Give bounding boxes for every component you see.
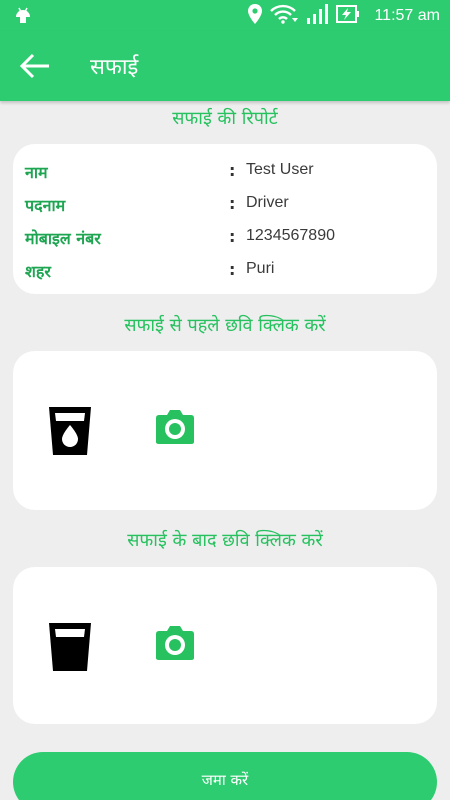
- after-camera-icon[interactable]: [155, 625, 195, 665]
- info-label: नाम: [25, 163, 48, 182]
- back-arrow-icon[interactable]: [18, 51, 52, 81]
- user-info-card: नाम : Test User पदनाम : Driver मोबाइल नं…: [13, 144, 437, 294]
- report-heading: सफाई की रिपोर्ट: [172, 108, 278, 129]
- submit-button[interactable]: जमा करें: [13, 752, 437, 800]
- location-icon: [248, 4, 263, 28]
- wifi-icon: [270, 4, 299, 28]
- info-row-mobile: मोबाइल नंबर : 1234567890: [25, 227, 425, 253]
- separator: :: [229, 161, 236, 180]
- android-icon: [14, 6, 32, 28]
- info-value: 1234567890: [246, 227, 335, 244]
- separator: :: [229, 260, 236, 279]
- separator: :: [229, 227, 236, 246]
- status-time: 11:57 am: [374, 7, 440, 24]
- info-value: Test User: [246, 161, 314, 178]
- info-row-city: शहर : Puri: [25, 260, 425, 286]
- status-bar: 11:57 am: [0, 0, 450, 31]
- info-value: Driver: [246, 194, 289, 211]
- before-image-heading: सफाई से पहले छवि क्लिक करें: [124, 315, 326, 336]
- clean-glass-icon[interactable]: [47, 621, 93, 677]
- dirty-glass-icon[interactable]: [47, 405, 93, 461]
- submit-label: जमा करें: [201, 771, 249, 789]
- signal-icon: [306, 4, 329, 28]
- info-label: मोबाइल नंबर: [25, 229, 101, 248]
- before-camera-icon[interactable]: [155, 409, 195, 449]
- after-image-card: [13, 567, 437, 724]
- battery-charging-icon: [336, 4, 360, 28]
- info-row-name: नाम : Test User: [25, 161, 425, 187]
- page-title: सफाई: [90, 55, 139, 80]
- info-label: शहर: [25, 262, 51, 281]
- app-bar: सफाई: [0, 31, 450, 101]
- separator: :: [229, 194, 236, 213]
- info-label: पदनाम: [25, 196, 66, 215]
- before-image-card: [13, 351, 437, 510]
- after-image-heading: सफाई के बाद छवि क्लिक करें: [127, 530, 323, 551]
- info-row-designation: पदनाम : Driver: [25, 194, 425, 220]
- info-value: Puri: [246, 260, 275, 277]
